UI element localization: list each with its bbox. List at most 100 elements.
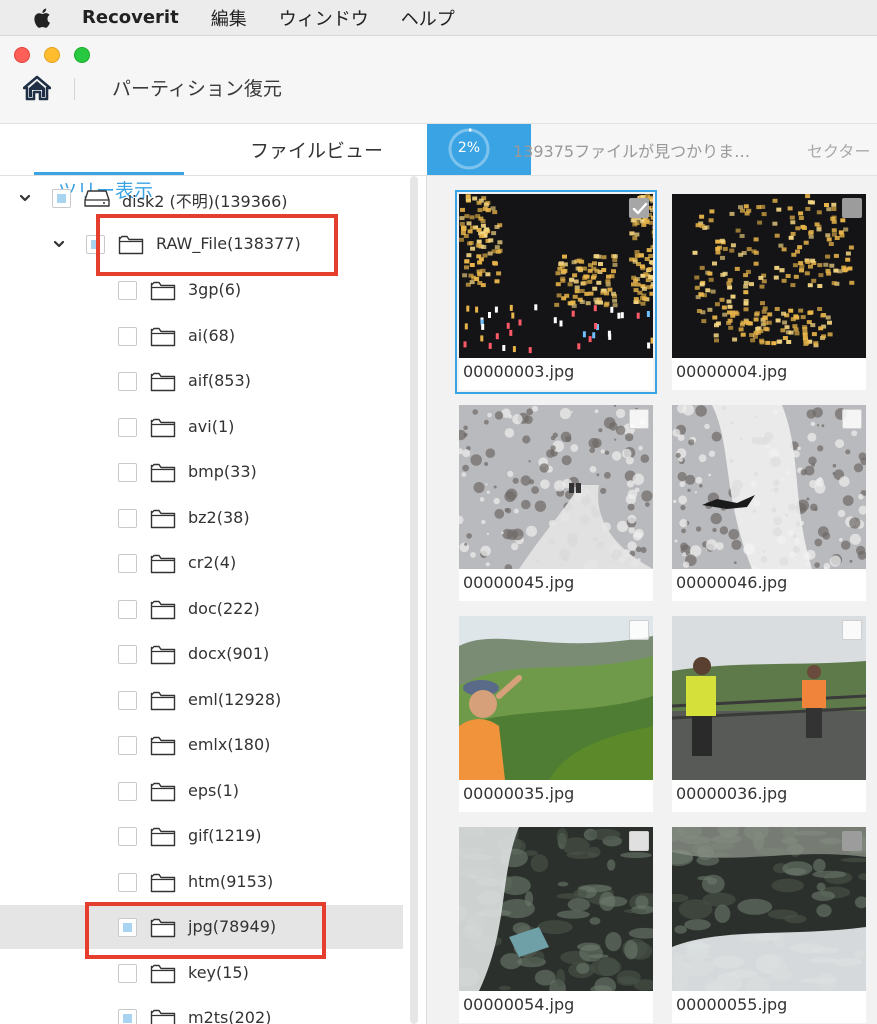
thumbnail-image xyxy=(672,405,866,569)
menu-help[interactable]: ヘルプ xyxy=(401,5,455,31)
tree-item-label: bmp(33) xyxy=(188,462,257,481)
file-thumbnail-card[interactable]: 00000046.jpg xyxy=(672,405,866,601)
status-strip: 2% 139375ファイルが見つかりま… セクター xyxy=(427,124,877,176)
tree-item-ai[interactable]: ai(68) xyxy=(0,314,403,358)
thumbnail-image xyxy=(672,616,866,780)
chevron-down-icon[interactable] xyxy=(52,236,66,250)
file-name: 00000055.jpg xyxy=(676,995,788,1014)
file-checkbox[interactable] xyxy=(629,198,649,218)
tree-item-label: disk2 (不明)(139366) xyxy=(122,192,288,211)
checkbox[interactable] xyxy=(118,736,137,755)
files-found-text: 139375ファイルが見つかりま… xyxy=(513,142,751,161)
checkbox[interactable] xyxy=(118,872,137,892)
folder-icon xyxy=(150,370,176,392)
highlight-box-jpg xyxy=(85,902,326,959)
checkbox[interactable] xyxy=(118,417,137,437)
tree-item-label: key(15) xyxy=(188,962,249,982)
folder-icon xyxy=(150,825,176,847)
tree-item-label: cr2(4) xyxy=(188,553,237,572)
checkbox[interactable] xyxy=(118,827,137,846)
apple-icon[interactable] xyxy=(30,5,56,31)
tree-item-m2ts[interactable]: m2ts(202) xyxy=(0,996,403,1024)
folder-icon xyxy=(150,325,176,347)
menu-edit[interactable]: 編集 xyxy=(211,5,247,31)
folder-icon xyxy=(150,598,176,620)
tree-item-emlx[interactable]: emlx(180) xyxy=(0,723,403,767)
folder-icon xyxy=(150,507,176,529)
folder-icon xyxy=(150,279,176,301)
folder-icon xyxy=(150,962,176,984)
zoom-window-button[interactable] xyxy=(74,47,90,63)
folder-icon xyxy=(150,689,176,711)
checkbox[interactable] xyxy=(118,963,137,983)
chevron-down-icon[interactable] xyxy=(18,190,32,204)
file-thumbnail-card[interactable]: 00000055.jpg xyxy=(672,827,866,1023)
file-checkbox[interactable] xyxy=(842,198,862,218)
highlight-box-raw-file xyxy=(96,214,338,276)
folder-icon xyxy=(150,643,176,665)
tree-item-gif[interactable]: gif(1219) xyxy=(0,814,403,858)
tree-scrollbar[interactable] xyxy=(410,176,418,1024)
tree-item-avi[interactable]: avi(1) xyxy=(0,405,403,449)
checkbox[interactable] xyxy=(118,463,137,482)
folder-icon xyxy=(150,552,176,574)
tree-item-bz2[interactable]: bz2(38) xyxy=(0,496,403,540)
tree-item-doc[interactable]: doc(222) xyxy=(0,587,403,631)
tree-item-label: eps(1) xyxy=(188,780,239,800)
tree-item-cr2[interactable]: cr2(4) xyxy=(0,541,403,585)
checkbox[interactable] xyxy=(118,508,137,528)
minimize-window-button[interactable] xyxy=(44,47,60,63)
folder-icon xyxy=(150,871,176,893)
tree-item-bmp[interactable]: bmp(33) xyxy=(0,450,403,494)
checkbox[interactable] xyxy=(118,1009,137,1024)
file-name: 00000046.jpg xyxy=(676,573,788,592)
file-checkbox[interactable] xyxy=(842,620,862,640)
file-checkbox[interactable] xyxy=(629,409,649,429)
file-checkbox[interactable] xyxy=(629,620,649,640)
file-name: 00000045.jpg xyxy=(463,573,575,592)
checkbox[interactable] xyxy=(118,372,137,391)
thumbnail-image xyxy=(672,194,866,358)
file-checkbox[interactable] xyxy=(842,409,862,429)
menu-app-name[interactable]: Recoverit xyxy=(82,7,179,28)
checkbox[interactable] xyxy=(118,281,137,300)
checkbox[interactable] xyxy=(118,781,137,801)
file-thumbnail-card[interactable]: 00000054.jpg xyxy=(459,827,653,1023)
tree-item-label: emlx(180) xyxy=(188,735,271,754)
page-title: パーティション復元 xyxy=(112,78,282,100)
file-thumbnail-card[interactable]: 00000035.jpg xyxy=(459,616,653,812)
tree-item-docx[interactable]: docx(901) xyxy=(0,632,403,676)
file-thumbnail-card[interactable]: 00000003.jpg xyxy=(455,190,657,394)
tree-item-htm[interactable]: htm(9153) xyxy=(0,860,403,904)
tree-item-label: doc(222) xyxy=(188,598,260,618)
tree-item-aif[interactable]: aif(853) xyxy=(0,359,403,403)
file-thumbnail-card[interactable]: 00000036.jpg xyxy=(672,616,866,812)
checkbox[interactable] xyxy=(52,189,71,208)
progress-percent: 2% xyxy=(457,140,481,156)
file-thumbnail-card[interactable]: 00000004.jpg xyxy=(672,194,866,390)
tree-item-label: gif(1219) xyxy=(188,826,262,845)
checkbox[interactable] xyxy=(118,645,137,664)
tree-item-eml[interactable]: eml(12928) xyxy=(0,678,403,722)
tree-item-label: ai(68) xyxy=(188,325,236,345)
file-name: 00000036.jpg xyxy=(676,784,788,803)
tree-item-label: aif(853) xyxy=(188,371,251,390)
tab-file-view[interactable]: ファイルビュー xyxy=(250,136,383,163)
checkbox[interactable] xyxy=(118,599,137,619)
folder-icon xyxy=(150,461,176,483)
menu-window[interactable]: ウィンドウ xyxy=(279,5,369,31)
checkbox[interactable] xyxy=(118,690,137,710)
home-icon[interactable] xyxy=(22,74,52,102)
tree-item-eps[interactable]: eps(1) xyxy=(0,769,403,813)
progress-ring: 2% xyxy=(447,127,491,171)
checkbox[interactable] xyxy=(118,554,137,573)
active-tab-indicator xyxy=(34,172,184,175)
close-window-button[interactable] xyxy=(14,47,30,63)
thumbnail-image xyxy=(672,827,866,991)
file-thumbnail-card[interactable]: 00000045.jpg xyxy=(459,405,653,601)
file-checkbox[interactable] xyxy=(629,831,649,851)
folder-icon xyxy=(150,734,176,756)
checkbox[interactable] xyxy=(118,326,137,346)
file-checkbox[interactable] xyxy=(842,831,862,851)
folder-icon xyxy=(150,1007,176,1024)
